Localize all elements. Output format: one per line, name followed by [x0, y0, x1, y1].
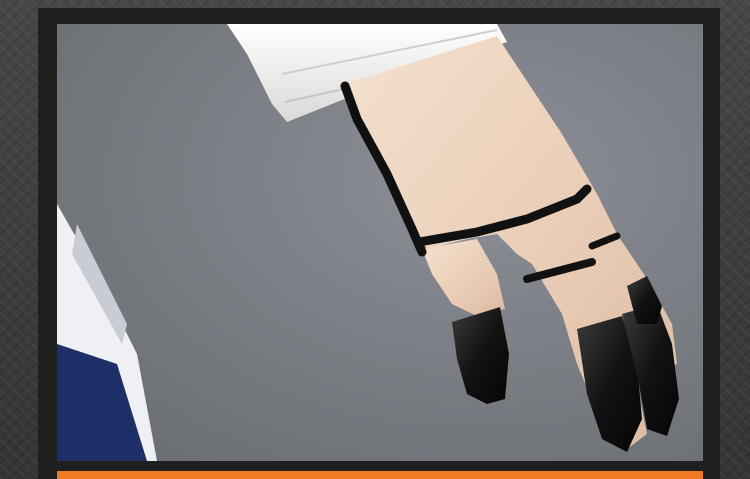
- product-detail-page: [0, 0, 750, 479]
- section-banner: [57, 471, 703, 479]
- glove-illustration: [57, 24, 679, 461]
- costume-left: [57, 204, 157, 461]
- product-photo: [57, 24, 703, 461]
- glove-hand: [340, 36, 679, 452]
